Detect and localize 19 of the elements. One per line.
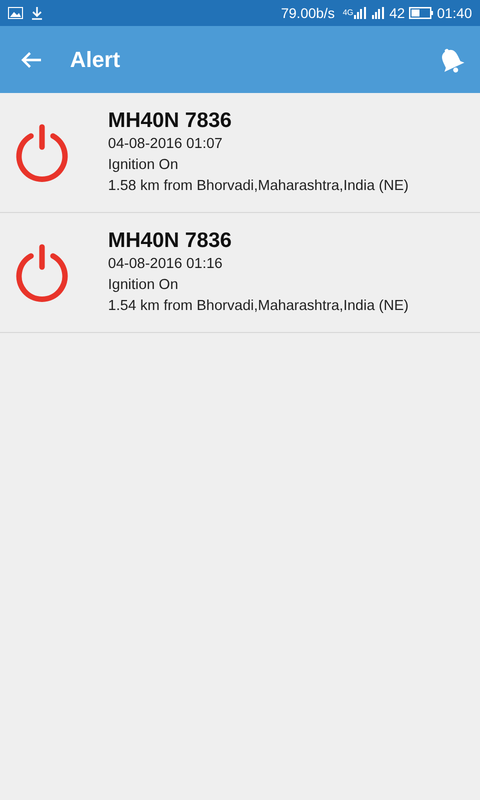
download-icon	[31, 6, 43, 20]
battery-icon	[408, 7, 433, 19]
battery-level: 42	[389, 4, 405, 22]
image-icon	[8, 7, 23, 19]
signal-icon	[353, 7, 368, 19]
signal-icon	[371, 7, 386, 19]
vehicle-number: MH40N 7836	[108, 108, 233, 134]
network-speed: 79.00b/s	[280, 4, 335, 22]
alert-location: 1.54 km from Bhorvadi,Maharashtra,India (NE)	[108, 296, 409, 316]
clock: 01:40	[436, 4, 472, 22]
network-type: 4G	[342, 7, 354, 19]
alert-event: Ignition On	[108, 276, 180, 295]
alert-location: 1.58 km from Bhorvadi,Maharashtra,India (NE)	[108, 176, 409, 196]
alert-event: Ignition On	[108, 156, 180, 175]
alert-datetime: 04-08-2016 01:07	[108, 134, 224, 154]
screen-title: Alert	[70, 46, 120, 74]
back-button[interactable]	[20, 50, 42, 68]
alert-datetime: 04-08-2016 01:16	[108, 254, 224, 274]
vehicle-number: MH40N 7836	[108, 228, 233, 254]
